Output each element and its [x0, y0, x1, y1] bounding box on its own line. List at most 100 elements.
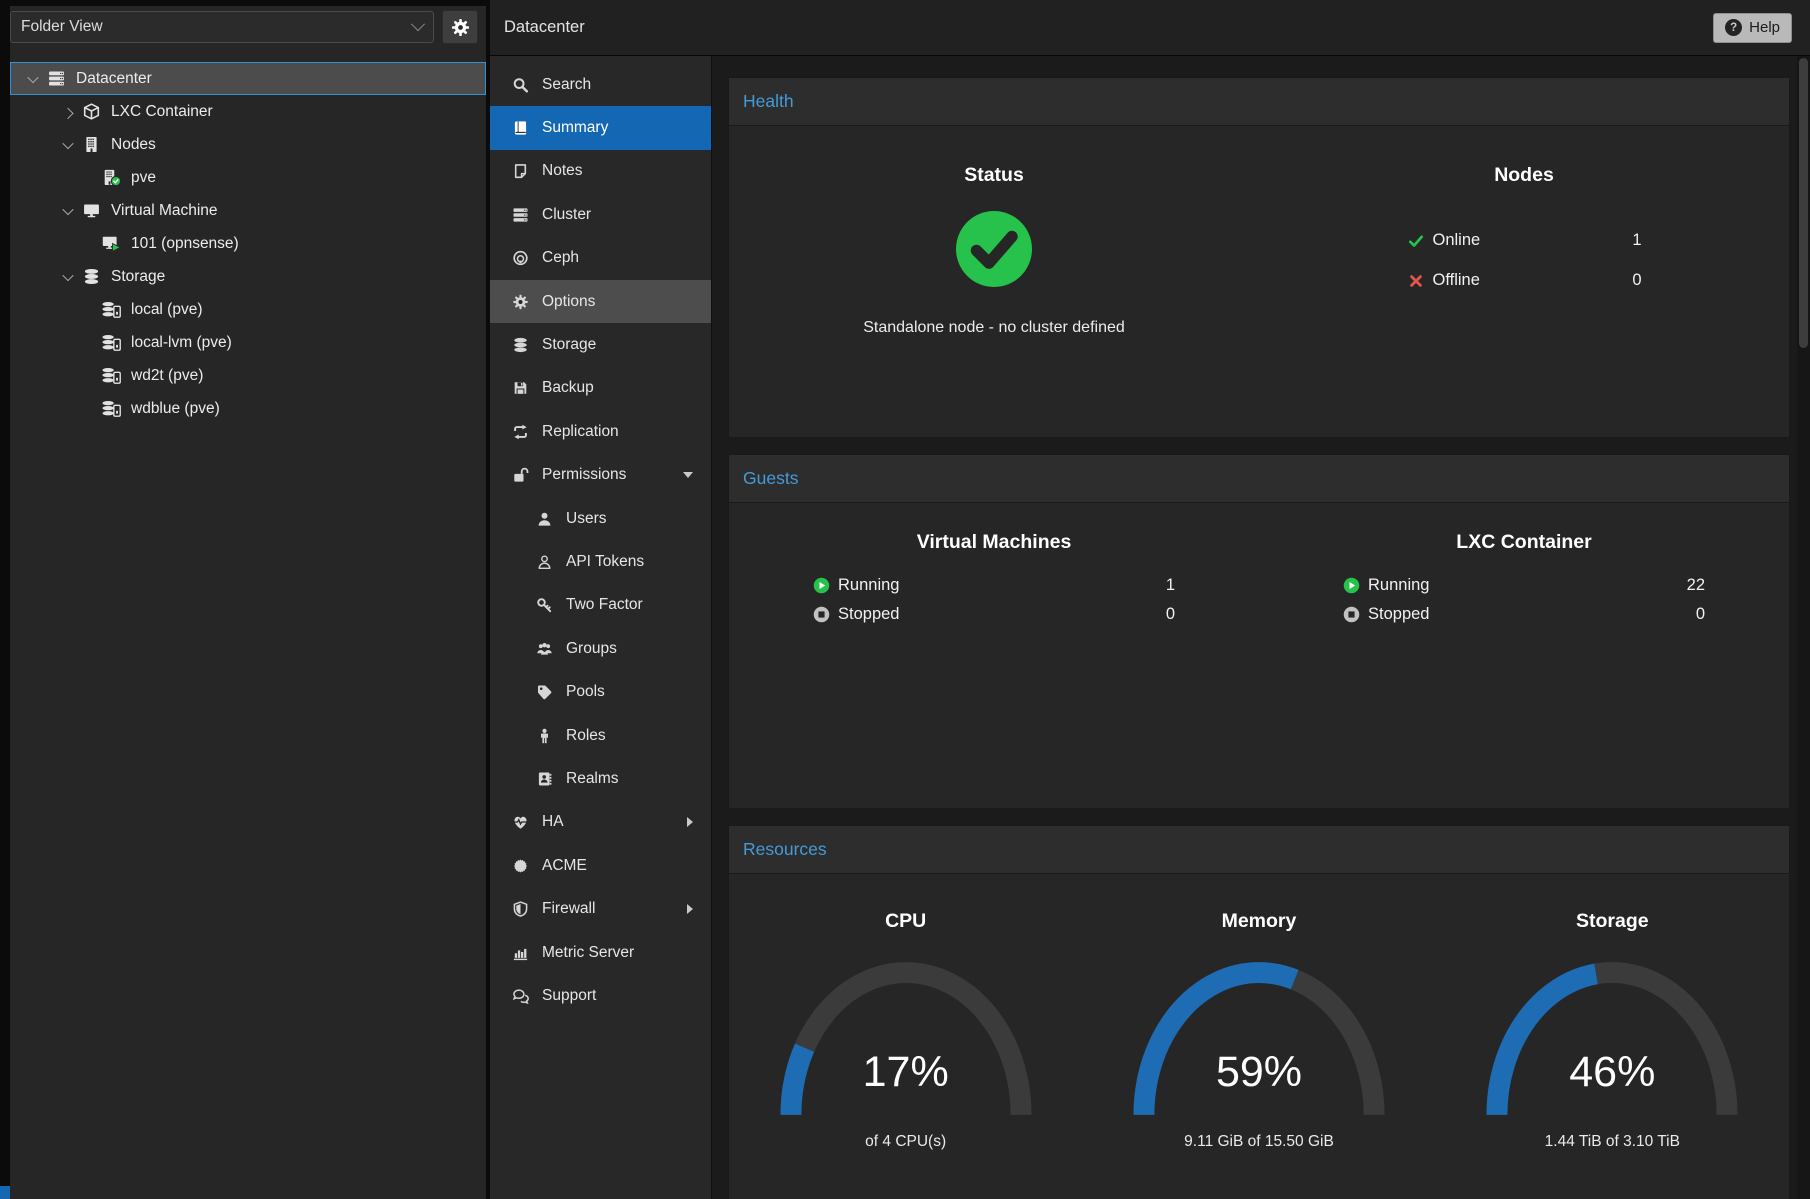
menu-item-firewall[interactable]: Firewall	[490, 887, 711, 930]
menu-item-backup[interactable]: Backup	[490, 367, 711, 410]
book-icon	[511, 120, 530, 136]
health-panel-body: Status Standalone node - no cluster defi…	[729, 126, 1789, 437]
guest-row-stopped: Stopped0	[1343, 605, 1705, 624]
guest-row-label: Stopped	[838, 605, 899, 624]
menu-item-cluster[interactable]: Cluster	[490, 193, 711, 236]
database-icon	[81, 268, 102, 285]
chart-icon	[511, 945, 530, 961]
menu-item-label: Storage	[542, 336, 596, 354]
node-status-row-offline: Offline0	[1407, 271, 1642, 290]
menu-item-replication[interactable]: Replication	[490, 410, 711, 453]
gauge-memory: Memory 59% 9.11 GiB of 15.50 GiB	[1082, 874, 1435, 1151]
gauge-caption: 9.11 GiB of 15.50 GiB	[1184, 1133, 1334, 1151]
summary-content: Health Status Standalone node - no clust…	[712, 56, 1810, 1199]
tree-item-virtual-machine[interactable]: Virtual Machine	[10, 194, 486, 227]
chevron-down-icon	[411, 17, 425, 31]
chevron-down-icon[interactable]	[60, 273, 76, 281]
help-button[interactable]: ? Help	[1713, 13, 1792, 43]
shield-icon	[511, 901, 530, 917]
guest-row-stopped: Stopped0	[813, 605, 1175, 624]
gauge-arc: 17%	[770, 960, 1042, 1119]
guests-panel-header: Guests	[729, 455, 1789, 503]
menu-item-api-tokens[interactable]: API Tokens	[490, 540, 711, 583]
menu-item-options[interactable]: Options	[490, 280, 711, 323]
lock-open-icon	[511, 467, 530, 483]
tree-item-label: Virtual Machine	[111, 202, 218, 220]
chevron-down-icon[interactable]	[60, 141, 76, 149]
storage-drive-icon	[101, 400, 122, 417]
menu-item-users[interactable]: Users	[490, 497, 711, 540]
tree-item-local-pve[interactable]: local (pve)	[10, 293, 486, 326]
menu-item-pools[interactable]: Pools	[490, 670, 711, 713]
menu-item-ceph[interactable]: Ceph	[490, 237, 711, 280]
guest-rows: Running22 Stopped0	[1343, 576, 1705, 624]
user-outline-icon	[535, 554, 554, 570]
menu-item-acme[interactable]: ACME	[490, 844, 711, 887]
menu-item-two-factor[interactable]: Two Factor	[490, 584, 711, 627]
menu-item-label: Roles	[566, 727, 606, 745]
tree-item-nodes[interactable]: Nodes	[10, 128, 486, 161]
tree-item-pve[interactable]: pve	[10, 161, 486, 194]
guest-row-value: 1	[1166, 576, 1175, 595]
scrollbar-thumb[interactable]	[1799, 58, 1808, 348]
guest-row-running: Running22	[1343, 576, 1705, 595]
status-column: Status Standalone node - no cluster defi…	[729, 126, 1259, 437]
health-panel-header: Health	[729, 78, 1789, 126]
content-scrollbar[interactable]	[1797, 56, 1810, 1199]
menu-item-label: Users	[566, 510, 606, 528]
menu-item-support[interactable]: Support	[490, 974, 711, 1017]
guest-row-label: Stopped	[1368, 605, 1429, 624]
tree-settings-button[interactable]	[442, 10, 478, 44]
tree-item-label: local (pve)	[131, 301, 203, 319]
resource-tree-panel: Folder View Datacenter LXC Container Nodes…	[10, 6, 486, 1199]
bottom-left-accent	[0, 1186, 10, 1199]
gauge-heading: Memory	[1222, 910, 1297, 933]
guests-column-lxc-container: LXC ContainerRunning22Stopped0	[1259, 503, 1789, 624]
tree-item-label: LXC Container	[111, 103, 213, 121]
menu-item-permissions[interactable]: Permissions	[490, 454, 711, 497]
menu-item-metric-server[interactable]: Metric Server	[490, 931, 711, 974]
chevron-down-icon[interactable]	[60, 207, 76, 215]
menu-item-ha[interactable]: HA	[490, 801, 711, 844]
tree-item-storage[interactable]: Storage	[10, 260, 486, 293]
cross-icon	[1407, 273, 1425, 289]
menu-item-label: Ceph	[542, 249, 579, 267]
check-icon	[1407, 233, 1425, 249]
status-heading: Status	[964, 164, 1024, 187]
tree-item-datacenter[interactable]: Datacenter	[10, 62, 486, 95]
arrow-right-icon	[687, 904, 693, 914]
menu-item-label: Backup	[542, 379, 594, 397]
help-button-label: Help	[1749, 19, 1780, 36]
guest-row-value: 22	[1687, 576, 1705, 595]
nodes-column: Nodes Online1Offline0	[1259, 126, 1789, 437]
tree-item-local-lvm-pve[interactable]: local-lvm (pve)	[10, 326, 486, 359]
person-icon	[535, 728, 554, 744]
tree-item-wdblue-pve[interactable]: wdblue (pve)	[10, 392, 486, 425]
chevron-right-icon[interactable]	[60, 108, 76, 116]
gauge-percent: 59%	[1123, 1048, 1395, 1097]
tree-item-wd2t-pve[interactable]: wd2t (pve)	[10, 359, 486, 392]
chat-icon	[511, 988, 530, 1004]
menu-item-realms[interactable]: Realms	[490, 757, 711, 800]
menu-item-storage[interactable]: Storage	[490, 323, 711, 366]
resources-panel-header: Resources	[729, 826, 1789, 874]
chevron-down-icon[interactable]	[25, 75, 41, 83]
tree-item-101-opnsense[interactable]: 101 (opnsense)	[10, 227, 486, 260]
menu-item-search[interactable]: Search	[490, 63, 711, 106]
database-icon	[511, 337, 530, 353]
tree-toolbar: Folder View	[10, 6, 486, 50]
menu-item-notes[interactable]: Notes	[490, 150, 711, 193]
menu-item-label: Firewall	[542, 900, 595, 918]
resource-tree: Datacenter LXC Container Nodespve Virtual M…	[10, 62, 486, 425]
node-status-row-online: Online1	[1407, 231, 1642, 250]
menu-item-roles[interactable]: Roles	[490, 714, 711, 757]
menu-item-label: Groups	[566, 640, 617, 658]
menu-item-label: Notes	[542, 162, 583, 180]
resources-panel-body: CPU17%of 4 CPU(s)Memory59%9.11 GiB of 15…	[729, 874, 1789, 1199]
menu-item-groups[interactable]: Groups	[490, 627, 711, 670]
vm-running-icon	[101, 235, 122, 252]
tree-item-lxc-container[interactable]: LXC Container	[10, 95, 486, 128]
view-mode-select[interactable]: Folder View	[10, 11, 434, 43]
guest-rows: Running1Stopped0	[813, 576, 1175, 624]
menu-item-summary[interactable]: Summary	[490, 106, 711, 149]
